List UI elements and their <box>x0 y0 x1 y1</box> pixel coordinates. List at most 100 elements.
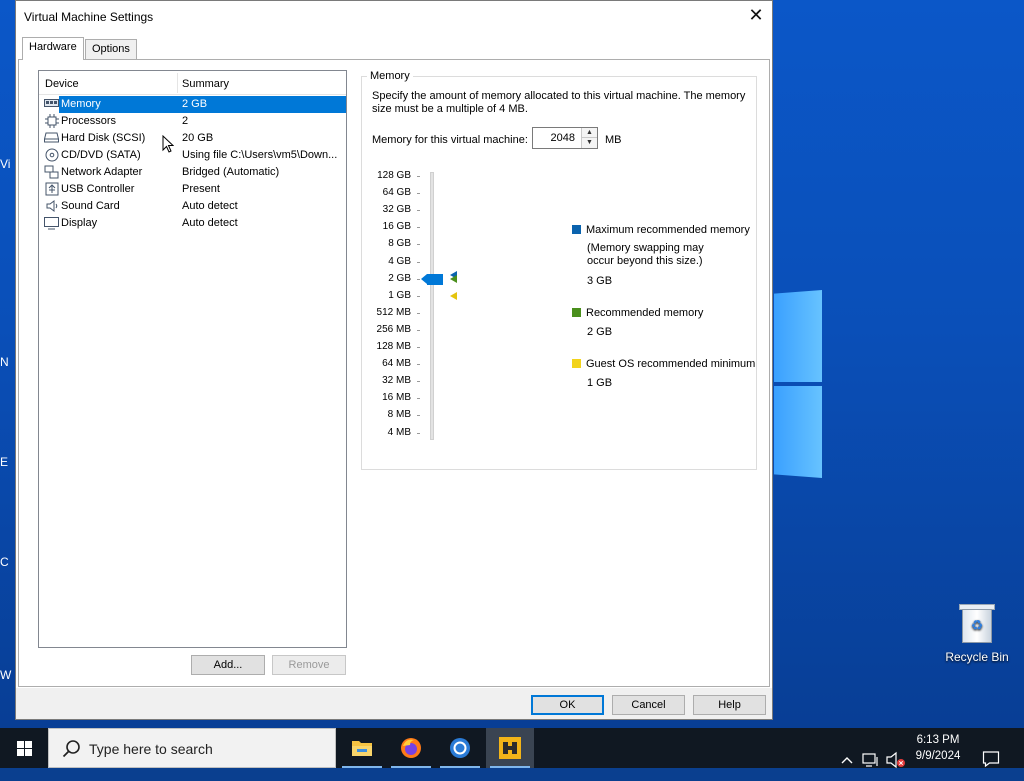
column-header-summary[interactable]: Summary <box>182 78 229 90</box>
scale-label: 128 GB <box>377 170 411 181</box>
chrome-icon <box>450 738 470 758</box>
device-name: CD/DVD (SATA) <box>61 149 141 161</box>
device-row-hard-disk[interactable]: Hard Disk (SCSI) 20 GB <box>43 130 346 147</box>
vm-settings-dialog: Virtual Machine Settings ✕ Hardware Opti… <box>15 0 773 720</box>
scale-tick <box>417 432 420 434</box>
dialog-title: Virtual Machine Settings <box>24 10 154 24</box>
scale-tick <box>417 261 420 263</box>
tab-options[interactable]: Options <box>85 39 137 60</box>
device-summary: Auto detect <box>182 200 238 212</box>
spin-up-icon[interactable]: ▲ <box>581 128 597 138</box>
scale-tick <box>417 364 420 366</box>
volume-muted-icon[interactable] <box>886 740 906 780</box>
cancel-button[interactable]: Cancel <box>612 695 685 715</box>
remove-button[interactable]: Remove <box>272 655 346 675</box>
taskbar-file-explorer[interactable] <box>338 728 386 768</box>
memory-slider-thumb[interactable] <box>427 273 443 285</box>
scale-label: 1 GB <box>388 289 411 301</box>
device-row-usb-controller[interactable]: USB Controller Present <box>43 181 346 198</box>
display-icon <box>44 216 59 230</box>
desktop-icon-label[interactable]: N <box>0 355 9 369</box>
search-icon <box>62 740 80 758</box>
scale-tick <box>417 381 420 383</box>
scale-label: 512 MB <box>376 306 411 318</box>
start-button[interactable] <box>0 728 48 768</box>
tab-hardware[interactable]: Hardware <box>22 37 84 60</box>
title-bar[interactable]: Virtual Machine Settings ✕ <box>16 1 772 32</box>
memory-spinbox[interactable]: 2048 ▲ ▼ <box>532 127 598 149</box>
ok-button[interactable]: OK <box>531 695 604 715</box>
firefox-icon <box>401 738 421 758</box>
legend-max-swatch <box>572 225 581 234</box>
taskbar-search-box[interactable]: Type here to search <box>48 728 336 768</box>
chevron-up-icon[interactable] <box>840 741 854 781</box>
desktop-icon-label[interactable]: C <box>0 555 9 569</box>
device-summary: Bridged (Automatic) <box>182 166 280 178</box>
scale-tick <box>417 210 420 212</box>
device-row-display[interactable]: Display Auto detect <box>43 215 346 232</box>
memory-slider-track[interactable] <box>430 172 434 440</box>
clock-date: 9/9/2024 <box>915 750 961 762</box>
memory-unit: MB <box>605 134 622 146</box>
legend-rec-swatch <box>572 308 581 317</box>
desktop-icon-label[interactable]: E <box>0 455 8 469</box>
clock-time: 6:13 PM <box>916 734 960 746</box>
taskbar-vmware-workstation[interactable] <box>486 728 534 768</box>
usb-icon <box>44 182 59 196</box>
hard-disk-icon <box>44 131 59 145</box>
memory-group-label: Memory <box>367 70 413 82</box>
desktop-icon-label[interactable]: W <box>0 668 11 682</box>
recycle-bin-shortcut[interactable]: ♻ Recycle Bin <box>940 600 1014 664</box>
scale-label: 64 GB <box>382 187 411 199</box>
device-name: Network Adapter <box>61 166 143 178</box>
desktop-icon-label[interactable]: Vi <box>0 157 10 171</box>
device-summary: 20 GB <box>182 132 214 144</box>
windows-logo-wallpaper <box>774 290 824 480</box>
device-summary: 2 GB <box>182 98 208 110</box>
notification-center-icon[interactable] <box>982 739 1000 779</box>
device-row-cd-dvd[interactable]: CD/DVD (SATA) Using file C:\Users\vm5\Do… <box>43 147 346 164</box>
scale-label: 64 MB <box>382 358 411 370</box>
scale-tick <box>417 415 420 417</box>
network-icon[interactable] <box>862 740 880 780</box>
scale-label: 2 GB <box>388 272 411 284</box>
search-placeholder: Type here to search <box>89 741 213 757</box>
device-list[interactable]: Device Summary Memory 2 GB Processors 2 <box>38 70 347 648</box>
vmware-workstation-icon <box>499 737 521 759</box>
scale-label: 4 MB <box>387 426 411 438</box>
scale-tick <box>417 193 420 195</box>
device-name: Hard Disk (SCSI) <box>61 132 146 144</box>
legend-min-title: Guest OS recommended minimum <box>586 358 756 370</box>
taskbar-chrome[interactable] <box>436 728 484 768</box>
close-icon[interactable]: ✕ <box>740 1 772 31</box>
memory-value[interactable]: 2048 <box>551 132 575 144</box>
taskbar-clock[interactable]: 6:13 PM 9/9/2024 <box>906 732 970 764</box>
add-button[interactable]: Add... <box>191 655 265 675</box>
help-button[interactable]: Help <box>693 695 766 715</box>
scale-label: 8 MB <box>387 409 411 421</box>
spin-down-icon[interactable]: ▼ <box>581 138 597 148</box>
legend-max-value: 3 GB <box>587 275 613 287</box>
memory-description: Specify the amount of memory allocated t… <box>372 90 746 115</box>
scale-label: 128 MB <box>376 341 411 352</box>
scale-label: 32 GB <box>382 204 411 216</box>
processor-icon <box>44 114 59 128</box>
taskbar-firefox[interactable] <box>387 728 435 768</box>
device-summary: Present <box>182 183 220 195</box>
scale-tick <box>417 227 420 229</box>
legend-rec-value: 2 GB <box>587 326 613 338</box>
scale-tick <box>417 278 420 280</box>
device-row-sound-card[interactable]: Sound Card Auto detect <box>43 198 346 215</box>
device-row-processors[interactable]: Processors 2 <box>43 113 346 130</box>
network-adapter-icon <box>44 165 59 179</box>
column-header-device[interactable]: Device <box>45 78 79 90</box>
scale-label: 16 MB <box>382 392 411 404</box>
device-row-network-adapter[interactable]: Network Adapter Bridged (Automatic) <box>43 164 346 181</box>
recommended-marker <box>450 274 457 283</box>
recycle-bin-label: Recycle Bin <box>945 650 1009 664</box>
legend-min-value: 1 GB <box>587 377 613 389</box>
legend-min-swatch <box>572 359 581 368</box>
scale-label: 4 GB <box>388 255 411 267</box>
device-row-memory[interactable]: Memory 2 GB <box>43 96 346 113</box>
legend-rec-title: Recommended memory <box>586 307 704 319</box>
